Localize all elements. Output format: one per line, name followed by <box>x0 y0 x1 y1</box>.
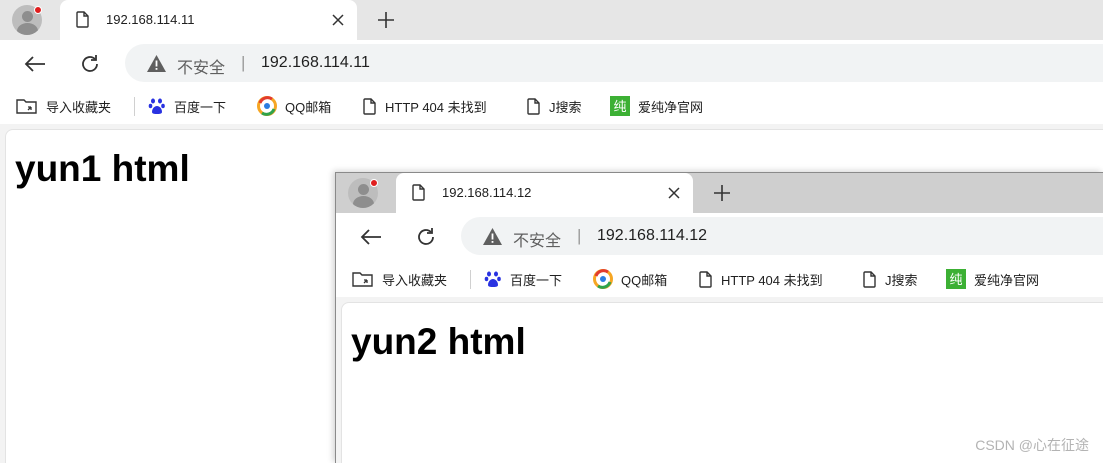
url-text[interactable]: 192.168.114.12 <box>597 227 707 245</box>
bookmark-label: 百度一下 <box>510 272 563 288</box>
bookmark-qqmail[interactable]: QQ邮箱 <box>257 96 331 116</box>
bookmark-label: QQ邮箱 <box>285 99 332 115</box>
address-bar[interactable]: 不安全 | 192.168.114.11 <box>125 44 1103 82</box>
warning-triangle-icon[interactable] <box>146 54 167 78</box>
folder-import-icon <box>352 272 373 287</box>
bookmark-divider <box>470 270 471 289</box>
bookmark-label: J搜索 <box>885 272 918 288</box>
bookmark-label: HTTP 404 未找到 <box>721 272 823 288</box>
baidu-paw-icon <box>148 98 165 114</box>
page-icon <box>76 11 90 33</box>
security-status-label[interactable]: 不安全 <box>177 54 225 78</box>
bookmark-import-favorites[interactable]: 导入收藏夹 <box>352 269 447 289</box>
bookmark-baidu[interactable]: 百度一下 <box>484 269 562 289</box>
notification-dot <box>34 6 42 14</box>
bookmarks-bar: 导入收藏夹 百度一下 QQ邮箱 HTTP 404 未找到 J搜索 纯 爱纯净官网 <box>0 88 1103 124</box>
page-icon <box>363 97 376 115</box>
back-arrow-icon[interactable] <box>357 223 385 251</box>
reload-icon[interactable] <box>412 223 440 251</box>
navigation-toolbar: 不安全 | 192.168.114.12 <box>336 213 1103 261</box>
qqmail-icon <box>593 269 613 289</box>
page-icon <box>863 270 876 288</box>
bookmark-label: QQ邮箱 <box>621 272 668 288</box>
bookmarks-bar: 导入收藏夹 百度一下 QQ邮箱 HTTP 404 未找到 J搜索 纯 爱纯净官网 <box>336 261 1103 297</box>
bookmark-import-favorites[interactable]: 导入收藏夹 <box>16 96 111 116</box>
reload-icon[interactable] <box>76 50 104 78</box>
bookmark-aichunjing[interactable]: 纯 爱纯净官网 <box>610 96 703 116</box>
security-status-label[interactable]: 不安全 <box>513 227 561 251</box>
bookmark-aichunjing[interactable]: 纯 爱纯净官网 <box>946 269 1039 289</box>
tab-title: 192.168.114.11 <box>106 12 195 27</box>
green-square-icon: 纯 <box>946 269 966 289</box>
watermark: CSDN @心在征途 <box>975 437 1089 453</box>
separator: | <box>241 53 246 72</box>
page-heading: yun1 html <box>15 148 190 189</box>
navigation-toolbar: 不安全 | 192.168.114.11 <box>0 40 1103 88</box>
warning-triangle-icon[interactable] <box>482 227 503 251</box>
notification-dot <box>370 179 378 187</box>
page-icon <box>527 97 540 115</box>
tab-strip: 192.168.114.12 <box>336 173 1103 213</box>
url-text[interactable]: 192.168.114.11 <box>261 54 370 72</box>
svg-text:纯: 纯 <box>613 100 626 115</box>
green-square-icon: 纯 <box>610 96 630 116</box>
tab-active[interactable]: 192.168.114.11 <box>60 0 357 40</box>
bookmark-divider <box>134 97 135 116</box>
bookmark-label: 百度一下 <box>174 99 227 115</box>
bookmark-label: 爱纯净官网 <box>638 99 704 115</box>
svg-text:纯: 纯 <box>949 273 962 288</box>
address-bar[interactable]: 不安全 | 192.168.114.12 <box>461 217 1103 255</box>
browser-window-2: 192.168.114.12 不安全 | 192.168.114.12 导入收藏… <box>335 172 1103 463</box>
bookmark-http-404[interactable]: HTTP 404 未找到 <box>363 96 487 116</box>
bookmark-jsearch[interactable]: J搜索 <box>527 96 582 116</box>
back-arrow-icon[interactable] <box>21 50 49 78</box>
bookmark-label: J搜索 <box>549 99 582 115</box>
tab-strip: 192.168.114.11 <box>0 0 1103 40</box>
baidu-paw-icon <box>484 271 501 287</box>
bookmark-jsearch[interactable]: J搜索 <box>863 269 918 289</box>
bookmark-baidu[interactable]: 百度一下 <box>148 96 226 116</box>
page-icon <box>699 270 712 288</box>
tab-title: 192.168.114.12 <box>442 185 532 200</box>
tab-active[interactable]: 192.168.114.12 <box>396 173 693 213</box>
separator: | <box>577 226 582 245</box>
bookmark-http-404[interactable]: HTTP 404 未找到 <box>699 269 823 289</box>
close-tab-icon[interactable] <box>663 182 685 204</box>
new-tab-plus-icon[interactable] <box>374 8 398 32</box>
page-icon <box>412 184 426 206</box>
close-tab-icon[interactable] <box>327 9 349 31</box>
bookmark-label: HTTP 404 未找到 <box>385 99 487 115</box>
bookmark-qqmail[interactable]: QQ邮箱 <box>593 269 667 289</box>
qqmail-icon <box>257 96 277 116</box>
bookmark-label: 导入收藏夹 <box>382 272 448 288</box>
bookmark-label: 导入收藏夹 <box>46 99 112 115</box>
page-heading: yun2 html <box>351 321 526 362</box>
folder-import-icon <box>16 99 37 114</box>
bookmark-label: 爱纯净官网 <box>974 272 1040 288</box>
new-tab-plus-icon[interactable] <box>710 181 734 205</box>
